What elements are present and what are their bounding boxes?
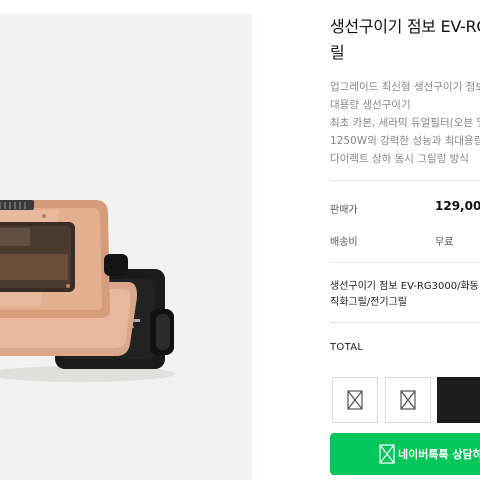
product-title-line-2: 릴: [330, 43, 345, 62]
selected-option-name: 생선구이기 점보 EV-RG3000/화동 직화그릴/전기그릴: [330, 279, 480, 311]
divider: [330, 322, 480, 323]
product-title: 생선구이기 점보 EV-RG 릴: [330, 14, 480, 66]
wishlist-button[interactable]: [332, 377, 378, 423]
price-label: 판매가: [330, 205, 358, 216]
product-image[interactable]: [0, 14, 252, 480]
option-line: 직화그릴/전기그릴: [330, 297, 407, 308]
shipping-label: 배송비: [330, 237, 358, 248]
description-line: 최초 카본, 세라믹 듀얼필터(오븐 및: [330, 117, 480, 129]
image-placeholder-icon: [400, 390, 416, 410]
product-description: 업그레이드 최신형 생선구이기 점보 대용량 생선구이기 최초 카본, 세라믹 …: [330, 78, 480, 168]
divider: [330, 180, 480, 181]
buy-now-button[interactable]: [437, 377, 480, 423]
product-title-line-1: 생선구이기 점보 EV-RG: [330, 17, 480, 36]
description-line: 1250W의 강력한 성능과 최대용량: [330, 135, 480, 147]
option-line: 생선구이기 점보 EV-RG3000/화동: [330, 281, 479, 292]
shipping-value: 무료: [435, 237, 454, 248]
fish-grill-illustration: [0, 200, 175, 382]
total-label: TOTAL: [330, 342, 364, 353]
cart-button[interactable]: [385, 377, 431, 423]
naver-talktalk-button[interactable]: 네이버톡톡 상담하: [330, 433, 480, 475]
naver-talktalk-label: 네이버톡톡 상담하: [398, 448, 480, 461]
description-line: 다이렉트 상하 동시 그릴링 방식: [330, 153, 469, 165]
product-info-panel: 생선구이기 점보 EV-RG 릴 업그레이드 최신형 생선구이기 점보 대용량 …: [330, 0, 480, 480]
image-placeholder-icon: [379, 444, 395, 464]
price-value: 129,000: [435, 199, 480, 213]
divider: [330, 262, 480, 263]
description-line: 업그레이드 최신형 생선구이기 점보: [330, 81, 480, 93]
description-line: 대용량 생선구이기: [330, 99, 411, 111]
image-placeholder-icon: [347, 390, 363, 410]
